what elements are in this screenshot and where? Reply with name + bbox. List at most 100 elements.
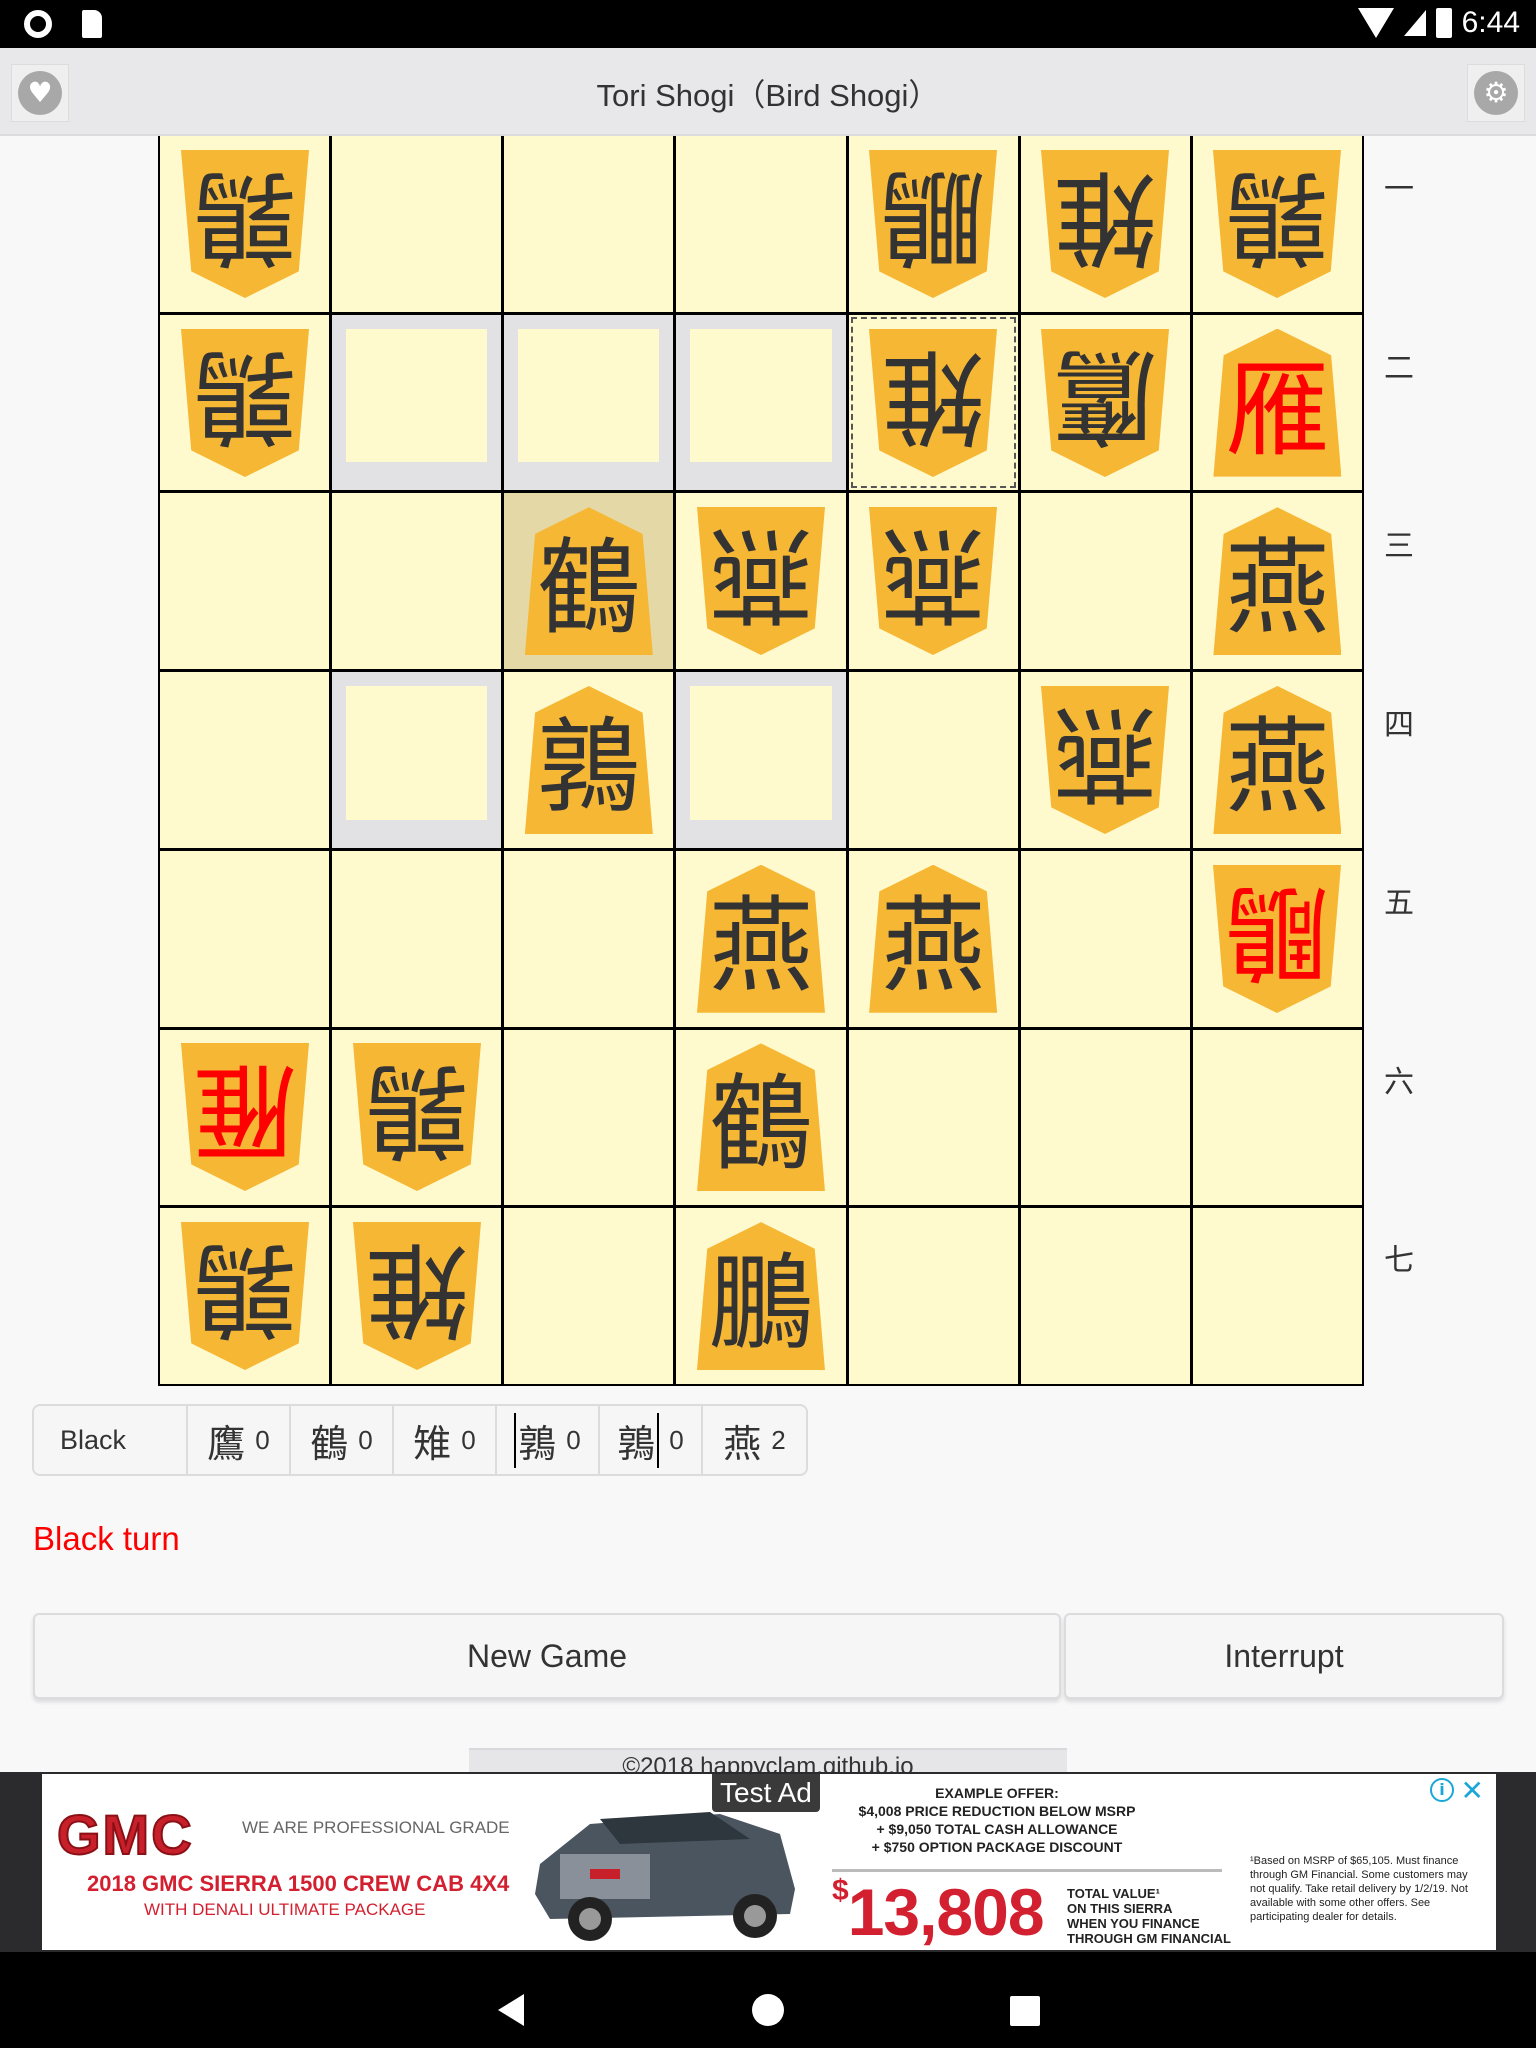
shogi-piece[interactable]: 鶉 [524, 685, 653, 834]
shogi-piece[interactable]: 燕 [869, 507, 997, 655]
board-cell[interactable] [1020, 1029, 1190, 1206]
board-cell[interactable]: 燕 [1192, 672, 1362, 848]
board-cell[interactable]: 鷹 [1020, 314, 1190, 491]
board-cell[interactable]: 鶉 [504, 672, 674, 848]
shogi-piece[interactable]: 燕 [697, 507, 825, 655]
shogi-piece[interactable]: 雉 [353, 1222, 481, 1370]
back-icon[interactable] [498, 1994, 524, 2026]
board-cell[interactable] [160, 493, 330, 670]
board-cell[interactable]: 燕 [676, 850, 846, 1027]
board-cell[interactable] [332, 136, 502, 312]
shogi-piece[interactable]: 鵬 [869, 150, 997, 298]
board-cell[interactable] [332, 314, 502, 491]
settings-button[interactable]: ⚙ [1467, 64, 1525, 122]
ad-offer: EXAMPLE OFFER: $4,008 PRICE REDUCTION BE… [832, 1784, 1162, 1856]
board-cell[interactable]: 燕 [1020, 672, 1190, 848]
shogi-piece[interactable]: 燕 [696, 864, 825, 1013]
interrupt-button[interactable]: Interrupt [1064, 1613, 1504, 1699]
shogi-piece[interactable]: 鶉 [181, 1222, 309, 1370]
board-cell[interactable] [504, 850, 674, 1027]
clock: 6:44 [1461, 6, 1520, 39]
shogi-piece[interactable]: 燕 [1213, 507, 1342, 656]
shogi-piece[interactable]: 燕 [869, 864, 998, 1013]
board-cell[interactable]: 雉 [848, 314, 1018, 491]
board-cell[interactable] [504, 136, 674, 312]
hand-piece[interactable]: 燕2 [703, 1406, 806, 1474]
board-cell[interactable]: 鵬 [676, 1208, 846, 1384]
hand-piece[interactable]: 雉0 [394, 1406, 497, 1474]
info-icon[interactable]: i [1430, 1778, 1454, 1802]
copyright-footer[interactable]: ©2018 happyclam.github.io [469, 1748, 1067, 1772]
board-cell[interactable] [1020, 850, 1190, 1027]
board-cell[interactable] [676, 672, 846, 848]
shogi-piece[interactable]: 鶉 [181, 150, 309, 298]
board-cell[interactable] [848, 1208, 1018, 1384]
rank-label: 六 [1384, 1064, 1414, 1100]
shogi-piece[interactable]: 雉 [869, 329, 997, 477]
board-cell[interactable] [676, 314, 846, 491]
hand-piece[interactable]: 鶴0 [291, 1406, 394, 1474]
board-cell[interactable] [1192, 1208, 1362, 1384]
shogi-piece[interactable]: 鶴 [696, 1043, 825, 1192]
shogi-piece[interactable]: 燕 [1041, 686, 1169, 834]
board-cell[interactable] [504, 1029, 674, 1206]
shogi-piece[interactable]: 鶉 [1213, 150, 1341, 298]
board-cell[interactable] [1192, 1029, 1362, 1206]
shogi-piece[interactable]: 雉 [1041, 150, 1169, 298]
board-cell[interactable]: 雉 [332, 1208, 502, 1384]
board-cell[interactable]: 鶉 [332, 1029, 502, 1206]
record-icon [24, 10, 52, 38]
board-cell[interactable] [504, 1208, 674, 1384]
board-cell[interactable] [1020, 493, 1190, 670]
shogi-piece[interactable]: 鶴 [524, 507, 653, 656]
board-cell[interactable]: 雁 [1192, 314, 1362, 491]
shogi-piece[interactable]: 燕 [1213, 685, 1342, 834]
board-cell[interactable]: 燕 [1192, 493, 1362, 670]
shogi-piece[interactable]: 鶉 [181, 329, 309, 477]
hand-piece-count: 0 [566, 1424, 581, 1455]
hand-owner: Black [34, 1406, 188, 1474]
hand-piece-kanji: 鶉 [514, 1412, 556, 1468]
hand-piece-kanji: 燕 [723, 1421, 762, 1466]
board-cell[interactable]: 燕 [848, 493, 1018, 670]
sd-card-icon [82, 10, 102, 38]
hand-piece-count: 2 [771, 1424, 786, 1455]
close-icon[interactable]: ✕ [1461, 1774, 1484, 1807]
shogi-piece[interactable]: 雁 [1213, 328, 1342, 477]
board-cell[interactable] [848, 672, 1018, 848]
board-cell[interactable] [504, 314, 674, 491]
hand-piece[interactable]: 鶉0 [600, 1406, 703, 1474]
recents-icon[interactable] [1010, 1996, 1040, 2026]
ad-banner[interactable]: GMC WE ARE PROFESSIONAL GRADE 2018 GMC S… [42, 1774, 1496, 1950]
board-cell[interactable] [332, 850, 502, 1027]
shogi-piece[interactable]: 鵬 [696, 1222, 825, 1371]
board-cell[interactable]: 鶴 [504, 493, 674, 670]
shogi-piece[interactable]: 鵰 [1213, 865, 1341, 1013]
board-cell[interactable] [848, 1029, 1018, 1206]
ad-value-text: TOTAL VALUE¹ ON THIS SIERRA WHEN YOU FIN… [1067, 1886, 1231, 1946]
board-cell[interactable]: 鵬 [848, 136, 1018, 312]
board-cell[interactable]: 雉 [1020, 136, 1190, 312]
board-cell[interactable]: 鶴 [676, 1029, 846, 1206]
board-cell[interactable]: 鶉 [1192, 136, 1362, 312]
board-cell[interactable]: 鶉 [160, 136, 330, 312]
board-cell[interactable] [676, 136, 846, 312]
board-cell[interactable]: 鵰 [1192, 850, 1362, 1027]
hand-piece[interactable]: 鶉0 [497, 1406, 600, 1474]
board-cell[interactable]: 鶉 [160, 1208, 330, 1384]
board-cell[interactable] [332, 672, 502, 848]
board-cell[interactable]: 燕 [676, 493, 846, 670]
shogi-piece[interactable]: 鶉 [353, 1043, 481, 1191]
home-icon[interactable] [752, 1994, 784, 2026]
board-cell[interactable] [332, 493, 502, 670]
shogi-piece[interactable]: 雁 [181, 1043, 309, 1191]
board-cell[interactable]: 鶉 [160, 314, 330, 491]
board-cell[interactable] [1020, 1208, 1190, 1384]
board-cell[interactable]: 雁 [160, 1029, 330, 1206]
board-cell[interactable] [160, 672, 330, 848]
new-game-button[interactable]: New Game [33, 1613, 1061, 1699]
shogi-piece[interactable]: 鷹 [1041, 329, 1169, 477]
board-cell[interactable]: 燕 [848, 850, 1018, 1027]
hand-piece[interactable]: 鷹0 [188, 1406, 291, 1474]
board-cell[interactable] [160, 850, 330, 1027]
